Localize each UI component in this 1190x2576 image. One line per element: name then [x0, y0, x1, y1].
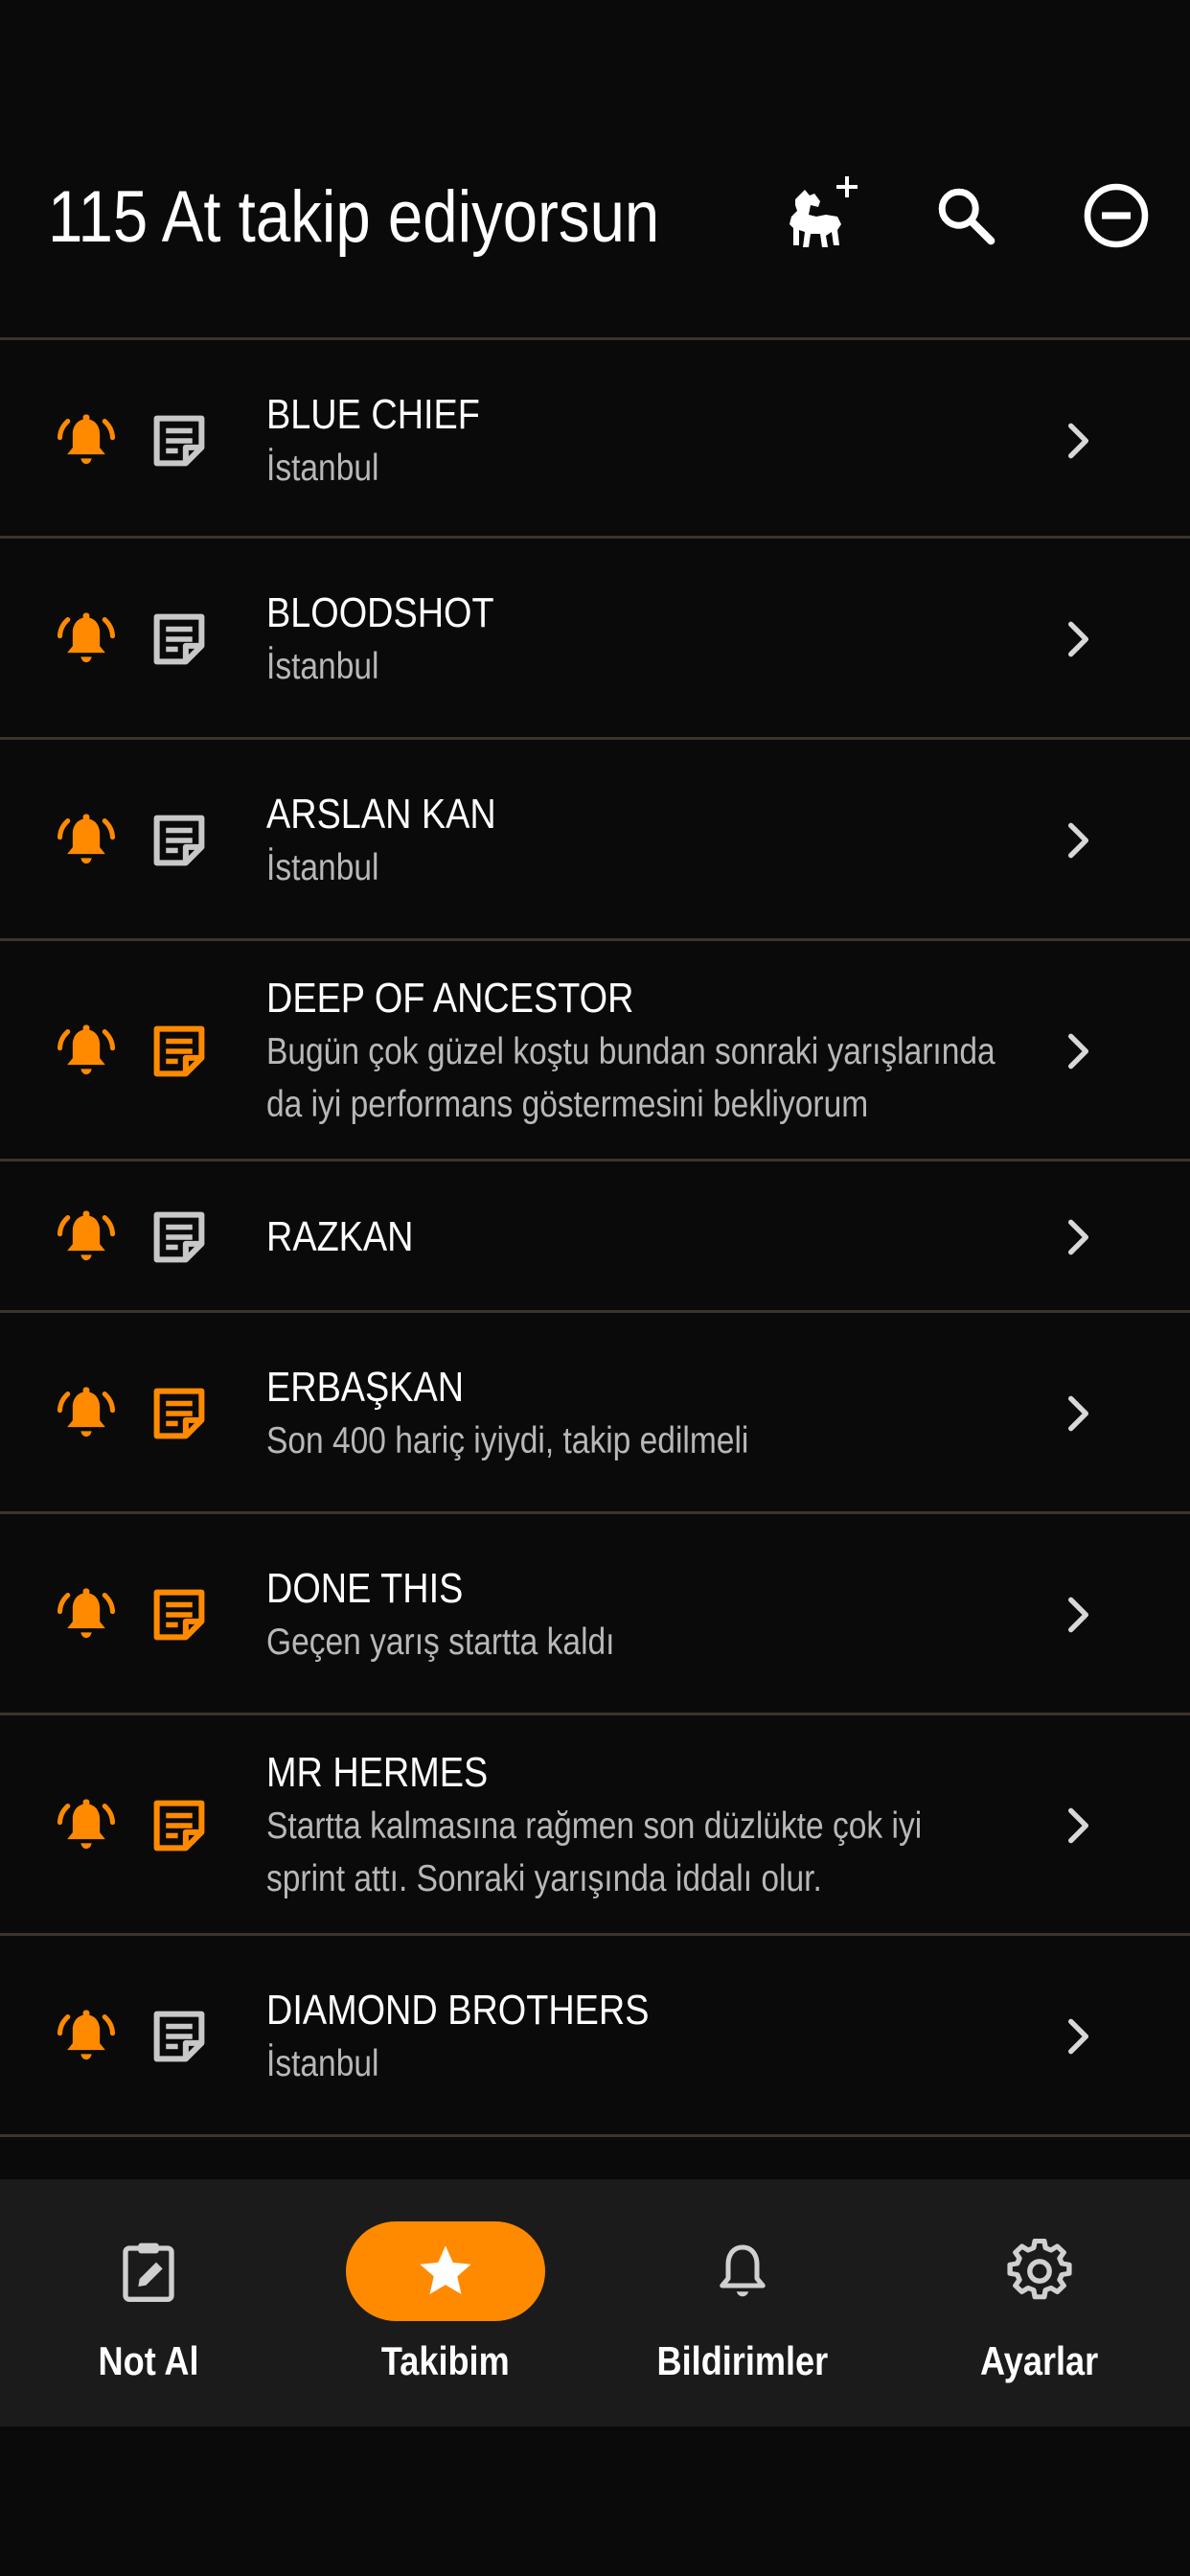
bell-icon — [720, 2244, 766, 2297]
page-title: 115 At takip ediyorsun — [48, 176, 660, 258]
nav-takibim[interactable]: Takibim — [297, 2179, 594, 2426]
minus-circle-icon — [1084, 183, 1149, 248]
add-horse-button[interactable] — [762, 163, 867, 268]
horse-row[interactable]: BLUE CHIEF İstanbul — [0, 337, 1190, 539]
chevron-right-icon — [1068, 423, 1089, 459]
horse-name: RAZKAN — [266, 1213, 414, 1260]
horse-row[interactable]: DIAMOND BROTHERS İstanbul — [0, 1936, 1190, 2137]
note-icon[interactable] — [148, 1794, 211, 1857]
horse-subtitle-line: Geçen yarış startta kaldı — [266, 1621, 615, 1663]
horse-text-block: BLOODSHOT İstanbul — [266, 586, 531, 693]
horse-subtitle-line: İstanbul — [266, 2042, 379, 2084]
horse-row[interactable]: DEEP OF ANCESTOR Bugün çok güzel koştu b… — [0, 941, 1190, 1162]
search-icon — [938, 188, 995, 245]
search-button[interactable] — [913, 163, 1018, 268]
note-icon[interactable] — [148, 1206, 211, 1269]
nav-bildirimler[interactable]: Bildirimler — [594, 2179, 891, 2426]
horse-subtitle-line: Bugün çok güzel koştu bundan sonraki yar… — [266, 1031, 995, 1072]
notification-bell-icon[interactable] — [54, 607, 119, 672]
note-icon[interactable] — [148, 1020, 211, 1083]
chevron-right-icon — [1068, 1807, 1089, 1844]
active-tab-indicator — [346, 2221, 545, 2321]
bottom-navigation: Not Al Takibim Bildirimler Ayarlar — [0, 2179, 1190, 2426]
horse-subtitle-line: sprint attı. Sonraki yarışında iddalı ol… — [266, 1858, 822, 1899]
horse-row[interactable]: ERBAŞKAN Son 400 hariç iyiydi, takip edi… — [0, 1313, 1190, 1514]
note-icon[interactable] — [148, 1583, 211, 1646]
horse-name: MR HERMES — [266, 1749, 489, 1796]
notification-bell-icon[interactable] — [54, 2004, 119, 2069]
horse-text-block: ARSLAN KAN İstanbul — [266, 788, 534, 894]
chevron-right-icon — [1068, 2018, 1089, 2055]
horse-row[interactable]: ARSLAN KAN İstanbul — [0, 740, 1190, 941]
horse-subtitle-line: İstanbul — [266, 846, 379, 888]
horse-text-block: DEEP OF ANCESTOR Bugün çok güzel koştu b… — [266, 972, 1114, 1131]
note-icon[interactable] — [148, 2005, 211, 2068]
nav-label: Takibim — [381, 2338, 510, 2383]
horse-text-block: BLUE CHIEF İstanbul — [266, 388, 515, 494]
edit-note-icon — [123, 2242, 174, 2303]
notification-bell-icon[interactable] — [54, 408, 119, 473]
horse-name: DIAMOND BROTHERS — [266, 1986, 650, 2034]
app-header: 115 At takip ediyorsun — [0, 0, 1190, 337]
horse-text-block: MR HERMES Startta kalmasına rağmen son d… — [266, 1746, 1029, 1905]
horse-subtitle-line: Son 400 hariç iyiydi, takip edilmeli — [266, 1419, 749, 1461]
note-icon[interactable] — [148, 608, 211, 671]
horse-name: ARSLAN KAN — [266, 790, 496, 838]
horse-name: BLUE CHIEF — [266, 390, 480, 438]
followed-horses-list: BLUE CHIEF İstanbul BLOODSHOT İstanbul A… — [0, 337, 1190, 2137]
notification-bell-icon[interactable] — [54, 1381, 119, 1446]
chevron-right-icon — [1068, 1219, 1089, 1255]
nav-not-al[interactable]: Not Al — [0, 2179, 297, 2426]
nav-ayarlar[interactable]: Ayarlar — [891, 2179, 1188, 2426]
horse-row[interactable]: BLOODSHOT İstanbul — [0, 539, 1190, 740]
notification-bell-icon[interactable] — [54, 1582, 119, 1647]
notification-bell-icon[interactable] — [54, 1793, 119, 1858]
notification-bell-icon[interactable] — [54, 808, 119, 873]
horse-text-block: ERBAŞKAN Son 400 hariç iyiydi, takip edi… — [266, 1361, 827, 1467]
chevron-right-icon — [1068, 822, 1089, 859]
chevron-right-icon — [1068, 621, 1089, 657]
star-icon — [420, 2245, 471, 2294]
horse-name: DEEP OF ANCESTOR — [266, 975, 634, 1022]
horse-row[interactable]: DONE THIS Geçen yarış startta kaldı — [0, 1514, 1190, 1715]
horse-subtitle-line: Startta kalmasına rağmen son düzlükte ço… — [266, 1806, 923, 1847]
horse-subtitle-line: İstanbul — [266, 447, 379, 489]
notification-bell-icon[interactable] — [54, 1019, 119, 1084]
horse-add-icon — [790, 176, 858, 247]
horse-name: ERBAŞKAN — [266, 1363, 465, 1411]
horse-subtitle-line: İstanbul — [266, 645, 379, 687]
horse-subtitle-line: da iyi performans göstermesini bekliyoru… — [266, 1084, 869, 1125]
chevron-right-icon — [1068, 1597, 1089, 1633]
note-icon[interactable] — [148, 1382, 211, 1445]
horse-text-block: DIAMOND BROTHERS İstanbul — [266, 1984, 711, 2090]
horse-text-block: DONE THIS Geçen yarış startta kaldı — [266, 1562, 672, 1668]
horse-name: BLOODSHOT — [266, 588, 494, 636]
horse-text-block: RAZKAN — [266, 1210, 437, 1264]
note-icon[interactable] — [148, 809, 211, 872]
gear-icon — [1007, 2239, 1072, 2300]
horse-row[interactable]: RAZKAN — [0, 1162, 1190, 1313]
chevron-right-icon — [1068, 1033, 1089, 1070]
chevron-right-icon — [1068, 1395, 1089, 1432]
nav-label: Ayarlar — [980, 2338, 1099, 2383]
nav-label: Bildirimler — [656, 2338, 829, 2383]
remove-mode-button[interactable] — [1064, 163, 1169, 268]
horse-name: DONE THIS — [266, 1564, 464, 1612]
notification-bell-icon[interactable] — [54, 1205, 119, 1270]
nav-label: Not Al — [98, 2338, 199, 2383]
horse-row[interactable]: MR HERMES Startta kalmasına rağmen son d… — [0, 1715, 1190, 1936]
note-icon[interactable] — [148, 409, 211, 472]
